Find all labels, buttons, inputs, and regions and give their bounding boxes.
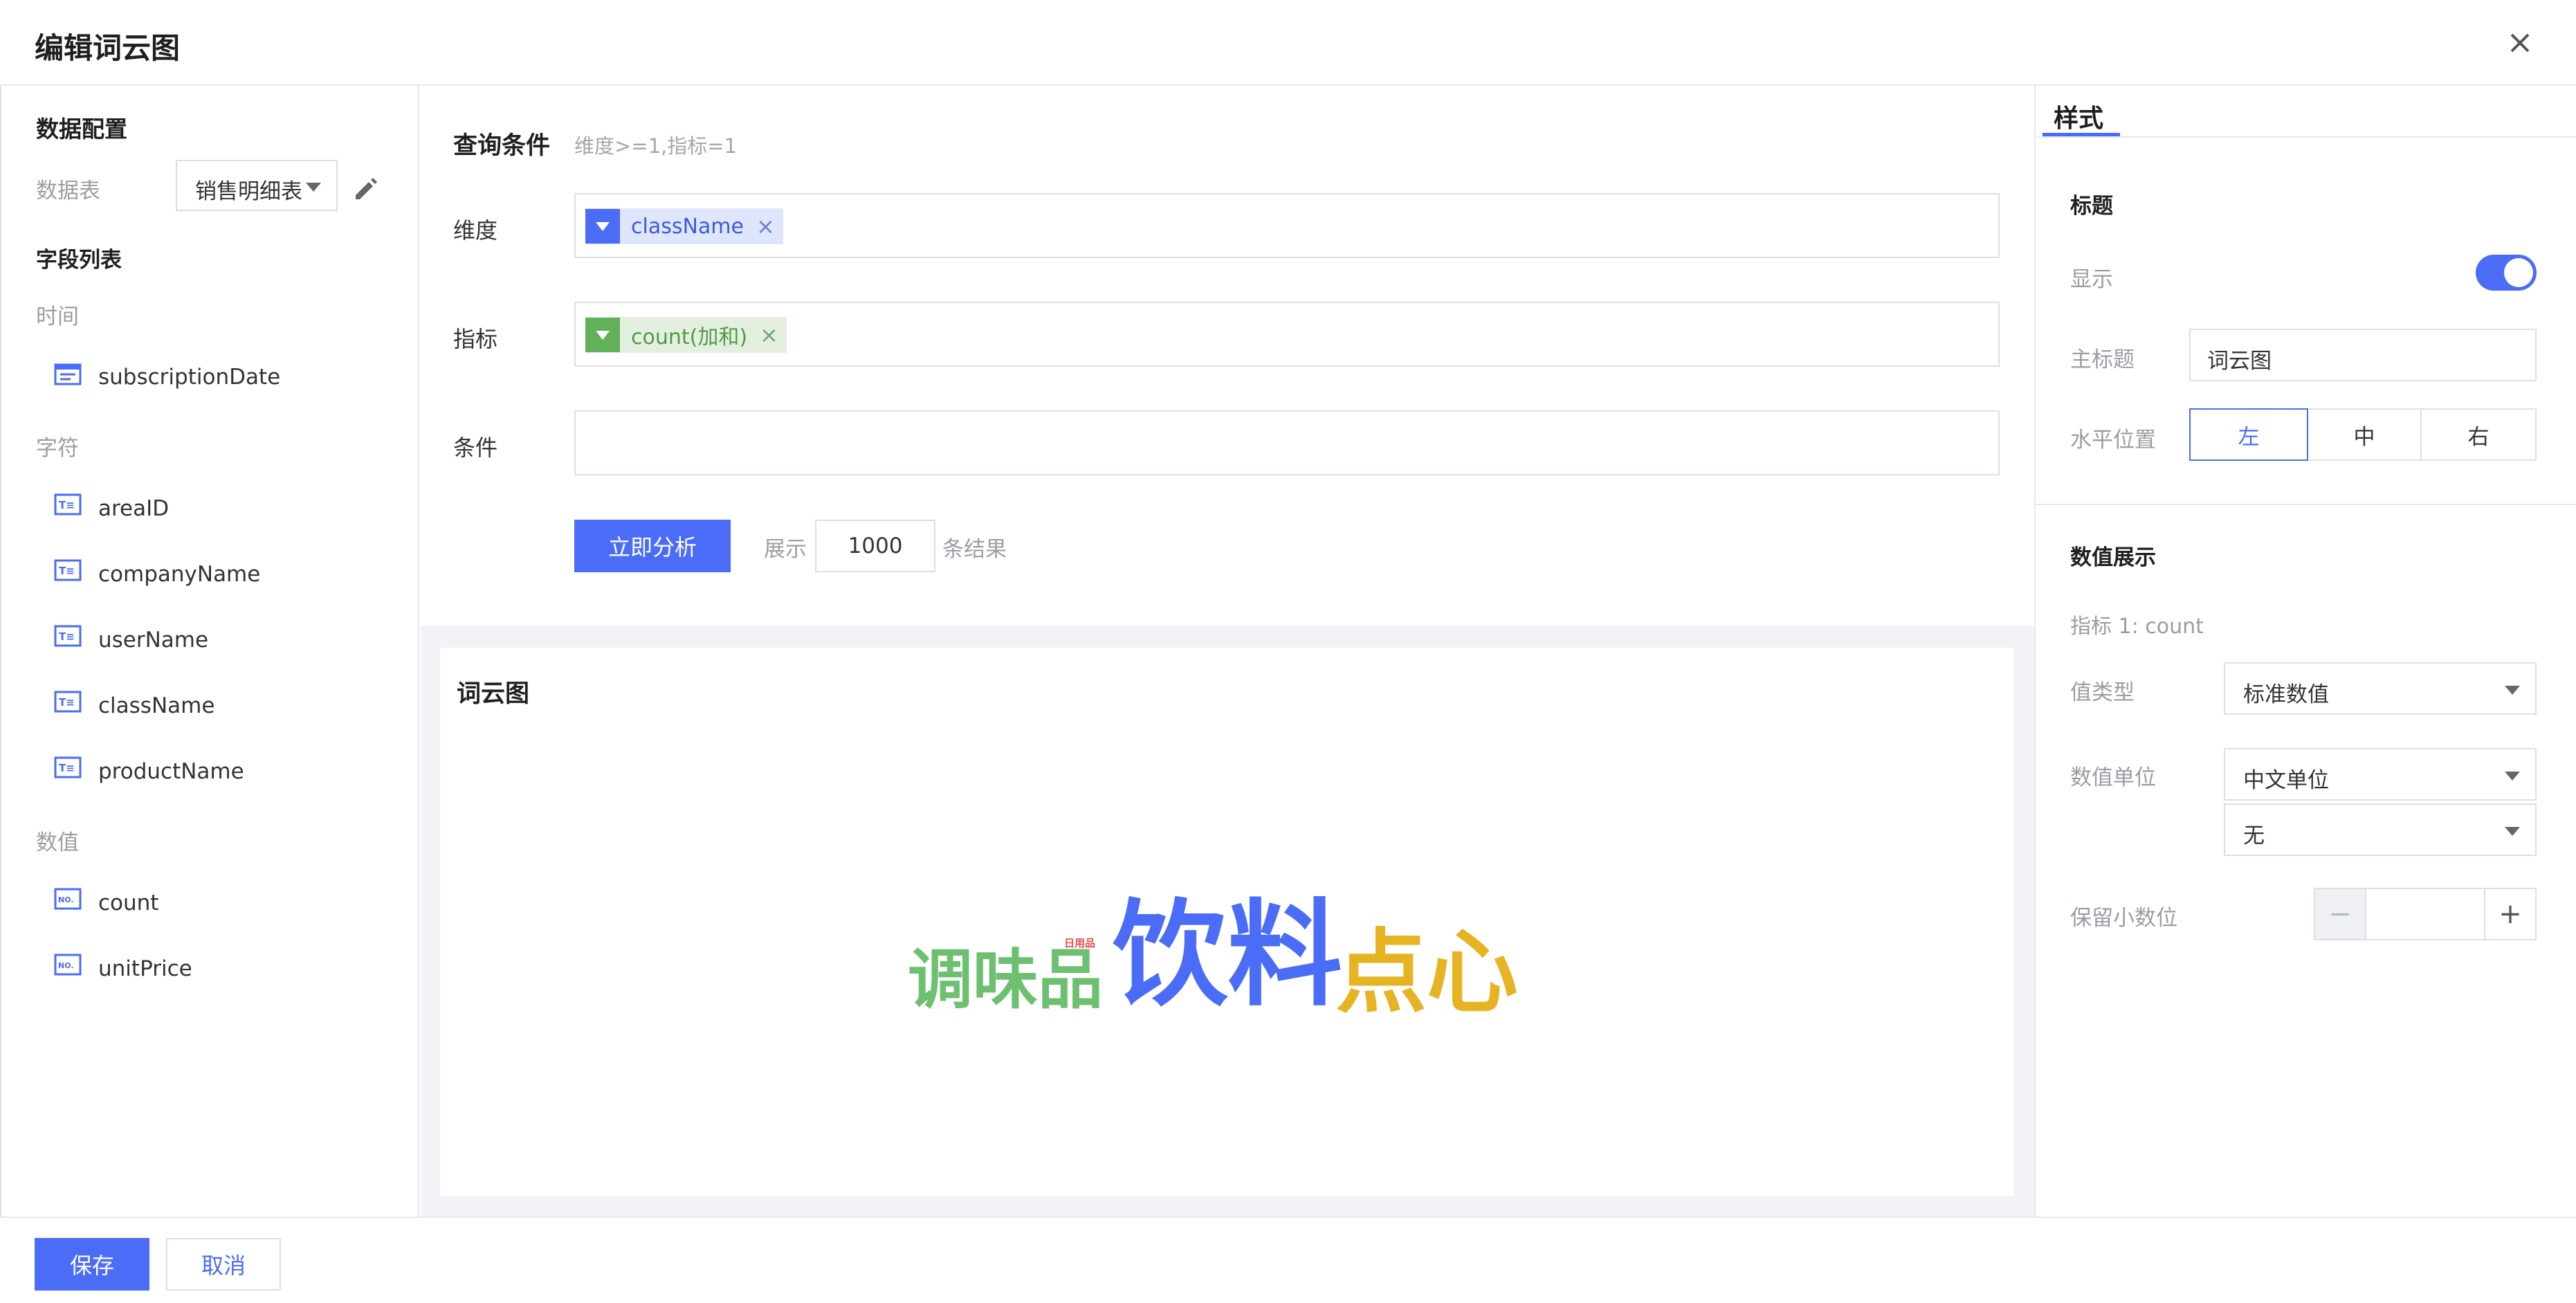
- decrement-button[interactable]: −: [2314, 888, 2366, 940]
- chevron-down-icon: [2505, 686, 2520, 695]
- dialog-title: 编辑词云图: [35, 31, 181, 65]
- decimal-input[interactable]: [2365, 888, 2485, 940]
- field-item-subscriptionDate[interactable]: subscriptionDate: [98, 365, 280, 390]
- tab-style[interactable]: 样式: [2054, 98, 2103, 134]
- field-list-heading: 字段列表: [36, 248, 122, 273]
- tab-active-indicator: [2043, 133, 2120, 136]
- decimal-label: 保留小数位: [2070, 906, 2177, 931]
- dimension-tag-label: className: [631, 214, 744, 239]
- metric-note: 指标 1: count: [2070, 614, 2204, 639]
- tab-divider: [2034, 136, 2576, 138]
- field-item-companyName[interactable]: companyName: [98, 562, 260, 587]
- result-suffix: 条结果: [942, 537, 1007, 562]
- metric-tag-label: count(加和): [631, 325, 748, 349]
- chevron-down-icon: [2505, 772, 2520, 781]
- text-field-icon: T≡: [54, 559, 82, 583]
- value-type-select[interactable]: 标准数值: [2224, 662, 2537, 715]
- svg-text:T≡: T≡: [59, 762, 75, 774]
- field-item-areaID[interactable]: areaID: [98, 496, 169, 521]
- unit-value: 中文单位: [2243, 768, 2329, 793]
- remove-tag-icon[interactable]: ×: [754, 322, 787, 348]
- text-field-icon: T≡: [54, 691, 82, 714]
- wordcloud-word: 日用品: [1064, 937, 1096, 949]
- field-item-className[interactable]: className: [98, 693, 214, 718]
- metric-label: 指标: [453, 326, 498, 352]
- unit-label: 数值单位: [2070, 765, 2156, 790]
- calendar-icon: [54, 362, 82, 385]
- h-position-label: 水平位置: [2070, 428, 2156, 453]
- query-hint: 维度>=1,指标=1: [574, 134, 738, 158]
- dialog-footer: [0, 1217, 2576, 1303]
- svg-text:T≡: T≡: [59, 696, 75, 709]
- wordcloud-word: 调味品: [908, 942, 1104, 1018]
- unit-sub-select[interactable]: 无: [2224, 803, 2537, 856]
- value-type-value: 标准数值: [2243, 682, 2329, 707]
- table-select-value: 销售明细表: [195, 179, 302, 204]
- show-title-toggle[interactable]: [2476, 255, 2537, 291]
- table-select[interactable]: 销售明细表: [176, 160, 338, 211]
- svg-text:T≡: T≡: [59, 499, 75, 511]
- wordcloud-word: 点心: [1335, 920, 1518, 1026]
- table-label: 数据表: [36, 179, 100, 203]
- number-field-icon: NO.: [54, 888, 82, 911]
- show-label: 展示: [764, 537, 807, 562]
- svg-text:NO.: NO.: [58, 895, 74, 904]
- metric-dropzone[interactable]: count(加和) ×: [574, 302, 2000, 367]
- unit-sub-value: 无: [2243, 823, 2265, 848]
- main-title-label: 主标题: [2070, 347, 2135, 372]
- field-group-label: 数值: [36, 830, 79, 855]
- value-section-heading: 数值展示: [2070, 545, 2156, 570]
- condition-label: 条件: [453, 435, 498, 461]
- h-position-center[interactable]: 中: [2307, 408, 2422, 461]
- increment-button[interactable]: +: [2484, 888, 2537, 940]
- wordcloud-word: 饮料: [1113, 889, 1342, 1022]
- text-field-icon: T≡: [54, 493, 82, 517]
- field-item-userName[interactable]: userName: [98, 628, 208, 653]
- svg-text:T≡: T≡: [59, 565, 75, 577]
- condition-input[interactable]: [574, 410, 2000, 475]
- svg-text:T≡: T≡: [59, 630, 75, 643]
- field-item-unitPrice[interactable]: unitPrice: [98, 956, 192, 981]
- chevron-down-icon: [2505, 827, 2520, 836]
- edit-pencil-icon[interactable]: [351, 174, 379, 202]
- dialog-header: [0, 0, 2576, 86]
- analyze-button[interactable]: 立即分析: [574, 520, 731, 572]
- dimension-tag[interactable]: className ×: [585, 208, 783, 244]
- field-item-productName[interactable]: productName: [98, 759, 244, 784]
- text-field-icon: T≡: [54, 625, 82, 648]
- number-field-icon: NO.: [54, 954, 82, 977]
- h-position-right[interactable]: 右: [2420, 408, 2537, 461]
- query-heading: 查询条件: [453, 132, 551, 160]
- toggle-knob: [2504, 258, 2533, 287]
- result-limit-input[interactable]: 1000: [815, 520, 935, 572]
- section-divider: [2034, 504, 2576, 505]
- chart-title: 词云图: [457, 680, 530, 708]
- title-section-heading: 标题: [2070, 194, 2113, 219]
- dropdown-arrow-icon[interactable]: [585, 318, 620, 352]
- data-config-heading: 数据配置: [36, 116, 127, 143]
- dropdown-arrow-icon[interactable]: [585, 209, 620, 244]
- save-button[interactable]: 保存: [35, 1238, 149, 1291]
- text-field-icon: T≡: [54, 756, 82, 780]
- chevron-down-icon: [306, 183, 321, 192]
- metric-tag[interactable]: count(加和) ×: [585, 317, 787, 353]
- field-group-label: 字符: [36, 436, 79, 461]
- field-group-label: 时间: [36, 304, 79, 329]
- svg-text:NO.: NO.: [58, 961, 74, 970]
- main-title-input[interactable]: 词云图: [2189, 329, 2537, 381]
- remove-tag-icon[interactable]: ×: [751, 213, 783, 239]
- field-item-count[interactable]: count: [98, 891, 158, 915]
- h-position-left[interactable]: 左: [2189, 408, 2308, 461]
- cancel-button[interactable]: 取消: [166, 1238, 281, 1291]
- dimension-dropzone[interactable]: className ×: [574, 193, 2000, 258]
- value-type-label: 值类型: [2070, 680, 2135, 705]
- show-title-label: 显示: [2070, 267, 2113, 292]
- close-icon[interactable]: [2501, 24, 2539, 62]
- unit-select[interactable]: 中文单位: [2224, 748, 2537, 801]
- dimension-label: 维度: [453, 217, 498, 244]
